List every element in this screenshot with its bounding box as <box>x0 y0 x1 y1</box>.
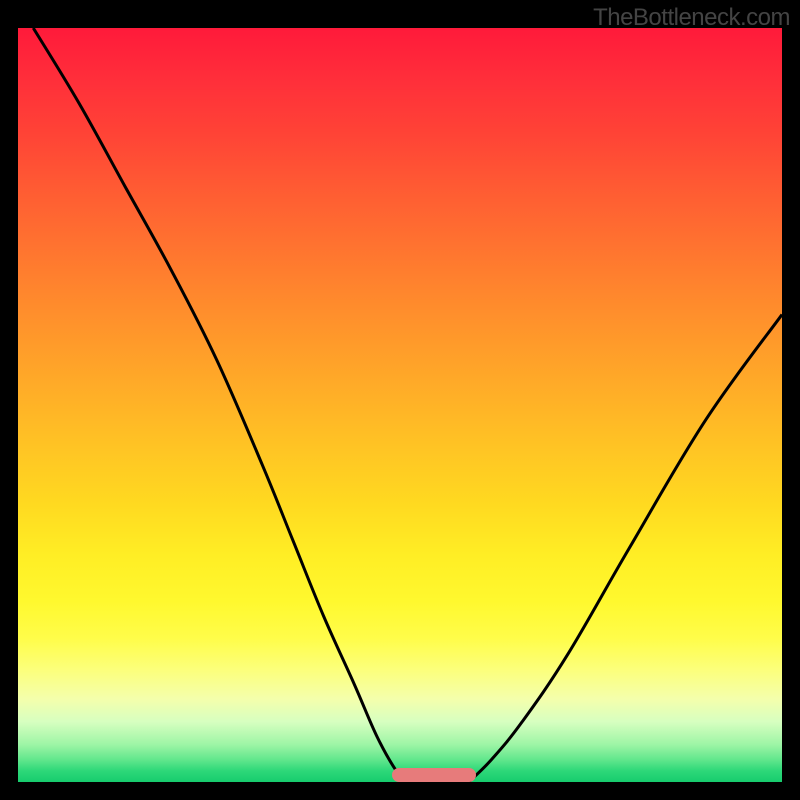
left-curve <box>33 28 407 782</box>
right-curve <box>469 315 782 782</box>
optimal-zone-pill <box>392 768 476 782</box>
chart-container: TheBottleneck.com <box>0 0 800 800</box>
curves-svg <box>18 28 782 782</box>
watermark-text: TheBottleneck.com <box>593 4 790 32</box>
plot-area <box>18 28 782 782</box>
